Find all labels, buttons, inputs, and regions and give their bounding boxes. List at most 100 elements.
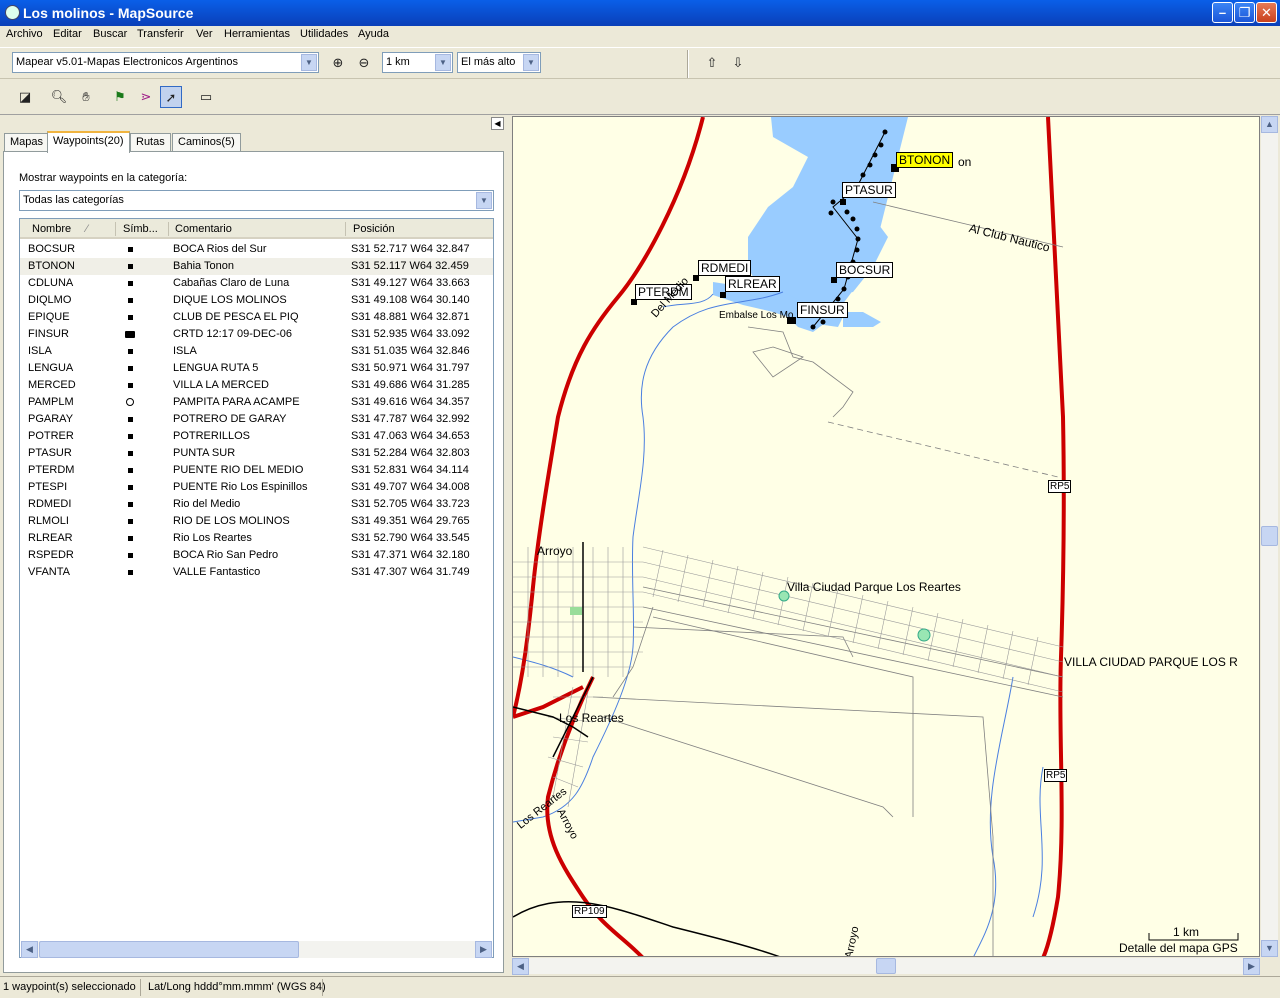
close-button[interactable]: ✕	[1256, 2, 1277, 23]
table-row[interactable]: LENGUA LENGUA RUTA 5 S31 50.971 W64 31.797	[20, 360, 493, 377]
toolbar-main: Mapear v5.01-Mapas Electronicos Argentin…	[0, 47, 1280, 79]
column-divider[interactable]	[345, 222, 346, 236]
cell-name: RLMOLI	[28, 515, 69, 527]
waypoint-list: Nombre ⁄ Símb... Comentario Posición BOC…	[19, 218, 494, 958]
route-tool-icon[interactable]: ⋗	[135, 86, 157, 108]
menu-ayuda[interactable]: Ayuda	[358, 28, 389, 40]
scroll-thumb[interactable]	[876, 958, 896, 974]
table-row[interactable]: RLREAR Rio Los Reartes S31 52.790 W64 33.5…	[20, 530, 493, 547]
table-row[interactable]: RDMEDI Rio del Medio S31 52.705 W64 33.723	[20, 496, 493, 513]
menu-utilidades[interactable]: Utilidades	[300, 28, 348, 40]
menu-buscar[interactable]: Buscar	[93, 28, 127, 40]
menu-editar[interactable]: Editar	[53, 28, 82, 40]
column-simbolo[interactable]: Símb...	[123, 223, 158, 235]
table-row[interactable]: PTESPI PUENTE Rio Los Espinillos S31 49.70…	[20, 479, 493, 496]
scroll-down-icon[interactable]: ▼	[1261, 940, 1278, 957]
hand-tool-icon[interactable]: ✋︎	[75, 86, 97, 108]
column-divider[interactable]	[168, 222, 169, 236]
waypoint-label-btonon[interactable]: BTONON	[896, 152, 954, 168]
cell-name: POTRER	[28, 430, 74, 442]
cell-comment: BOCA Rios del Sur	[173, 243, 267, 255]
map-horizontal-scrollbar[interactable]: ◀ ▶	[512, 958, 1260, 975]
collapse-panel-icon[interactable]: ◀	[491, 117, 504, 130]
table-row[interactable]: PTERDM PUENTE RIO DEL MEDIO S31 52.831 W64…	[20, 462, 493, 479]
column-nombre[interactable]: Nombre	[32, 223, 71, 235]
table-row[interactable]: MERCED VILLA LA MERCED S31 49.686 W64 31.2…	[20, 377, 493, 394]
map-canvas[interactable]: BTONON on PTASUR RDMEDI RLREAR PTERDM BO…	[512, 116, 1260, 957]
cell-name: EPIQUE	[28, 311, 70, 323]
map-vertical-scrollbar[interactable]: ▲ ▼	[1261, 116, 1278, 957]
table-row[interactable]: FINSUR CRTD 12:17 09-DEC-06 S31 52.935 W64…	[20, 326, 493, 343]
table-row[interactable]: RLMOLI RIO DE LOS MOLINOS S31 49.351 W64 2…	[20, 513, 493, 530]
table-row[interactable]: POTRER POTRERILLOS S31 47.063 W64 34.653	[20, 428, 493, 445]
chevron-down-icon[interactable]: ▼	[301, 54, 317, 71]
table-row[interactable]: EPIQUE CLUB DE PESCA EL PIQ S31 48.881 W64…	[20, 309, 493, 326]
zoom-in-icon[interactable]: ⊕	[327, 52, 349, 74]
cell-comment: BOCA Rio San Pedro	[173, 549, 279, 561]
menu-herramientas[interactable]: Herramientas	[224, 28, 290, 40]
table-row[interactable]: CDLUNA Cabañas Claro de Luna S31 49.127 W6…	[20, 275, 493, 292]
scroll-thumb[interactable]	[39, 941, 299, 958]
waypoint-label-bocsur[interactable]: BOCSUR	[836, 262, 894, 278]
chevron-down-icon[interactable]: ▼	[435, 54, 451, 71]
selection-arrow-icon[interactable]: ➚	[160, 86, 182, 108]
menu-bar: Archivo Editar Buscar Transferir Ver Her…	[0, 26, 1280, 46]
maximize-button[interactable]: ❐	[1234, 2, 1255, 23]
column-divider[interactable]	[115, 222, 116, 236]
table-row[interactable]: DIQLMO DIQUE LOS MOLINOS S31 49.108 W64 30…	[20, 292, 493, 309]
cell-position: S31 47.063 W64 34.653	[351, 430, 470, 442]
send-to-device-icon[interactable]: ⇩	[727, 52, 749, 74]
product-select-value: Mapear v5.01-Mapas Electronicos Argentin…	[16, 56, 238, 68]
category-select[interactable]: Todas las categorías ▼	[19, 190, 494, 211]
menu-archivo[interactable]: Archivo	[6, 28, 43, 40]
tab-mapas[interactable]: Mapas	[4, 133, 50, 151]
cell-comment: PUENTE Rio Los Espinillos	[173, 481, 308, 493]
table-row[interactable]: PGARAY POTRERO DE GARAY S31 47.787 W64 32.…	[20, 411, 493, 428]
zoom-out-icon[interactable]: ⊖	[353, 52, 375, 74]
distance-ruler-icon[interactable]: ▭	[195, 86, 217, 108]
chevron-down-icon[interactable]: ▼	[523, 54, 539, 71]
cell-comment: Bahia Tonon	[173, 260, 234, 272]
table-row[interactable]: ISLA ISLA S31 51.035 W64 32.846	[20, 343, 493, 360]
scroll-right-icon[interactable]: ▶	[1243, 958, 1260, 975]
column-comentario[interactable]: Comentario	[175, 223, 232, 235]
waypoint-label-ptasur[interactable]: PTASUR	[842, 182, 896, 198]
cell-comment: DIQUE LOS MOLINOS	[173, 294, 287, 306]
scroll-right-icon[interactable]: ▶	[475, 941, 492, 958]
detail-select[interactable]: El más alto ▼	[457, 52, 541, 73]
tab-rutas[interactable]: Rutas	[130, 133, 171, 151]
tab-waypoints[interactable]: Waypoints(20)	[47, 131, 130, 153]
scroll-up-icon[interactable]: ▲	[1261, 116, 1278, 133]
scroll-thumb[interactable]	[1261, 526, 1278, 546]
tab-caminos[interactable]: Caminos(5)	[172, 133, 241, 151]
map-tool-icon[interactable]: ◪	[14, 86, 36, 108]
waypoint-label-rdmedi[interactable]: RDMEDI	[698, 260, 752, 276]
square-symbol-icon	[128, 281, 133, 286]
receive-from-device-icon[interactable]: ⇧	[701, 52, 723, 74]
cell-position: S31 47.307 W64 31.749	[351, 566, 470, 578]
table-row[interactable]: RSPEDR BOCA Rio San Pedro S31 47.371 W64 3…	[20, 547, 493, 564]
table-row[interactable]: VFANTA VALLE Fantastico S31 47.307 W64 31.…	[20, 564, 493, 581]
chevron-down-icon[interactable]: ▼	[476, 192, 492, 209]
scroll-left-icon[interactable]: ◀	[512, 958, 529, 975]
product-select[interactable]: Mapear v5.01-Mapas Electronicos Argentin…	[12, 52, 319, 73]
list-horizontal-scrollbar[interactable]: ◀ ▶	[21, 941, 492, 958]
zoom-scale-select[interactable]: 1 km ▼	[382, 52, 453, 73]
waypoint-label-finsur[interactable]: FINSUR	[797, 302, 848, 318]
table-row[interactable]: PTASUR PUNTA SUR S31 52.284 W64 32.803	[20, 445, 493, 462]
table-row[interactable]: BTONON Bahia Tonon S31 52.117 W64 32.459	[20, 258, 493, 275]
zoom-tool-icon[interactable]: 🔍︎	[48, 86, 70, 108]
cell-comment: PAMPITA PARA ACAMPE	[173, 396, 300, 408]
table-row[interactable]: PAMPLM PAMPITA PARA ACAMPE S31 49.616 W64 …	[20, 394, 493, 411]
cell-position: S31 49.108 W64 30.140	[351, 294, 470, 306]
menu-ver[interactable]: Ver	[196, 28, 213, 40]
cell-position: S31 52.935 W64 33.092	[351, 328, 470, 340]
status-divider	[140, 979, 141, 996]
menu-transferir[interactable]: Transferir	[137, 28, 184, 40]
waypoint-label-rlrear[interactable]: RLREAR	[725, 276, 780, 292]
minimize-button[interactable]: –	[1212, 2, 1233, 23]
waypoint-flag-icon[interactable]: ⚑	[109, 86, 131, 108]
scroll-left-icon[interactable]: ◀	[21, 941, 38, 958]
table-row[interactable]: BOCSUR BOCA Rios del Sur S31 52.717 W64 32…	[20, 241, 493, 258]
column-posicion[interactable]: Posición	[353, 223, 395, 235]
